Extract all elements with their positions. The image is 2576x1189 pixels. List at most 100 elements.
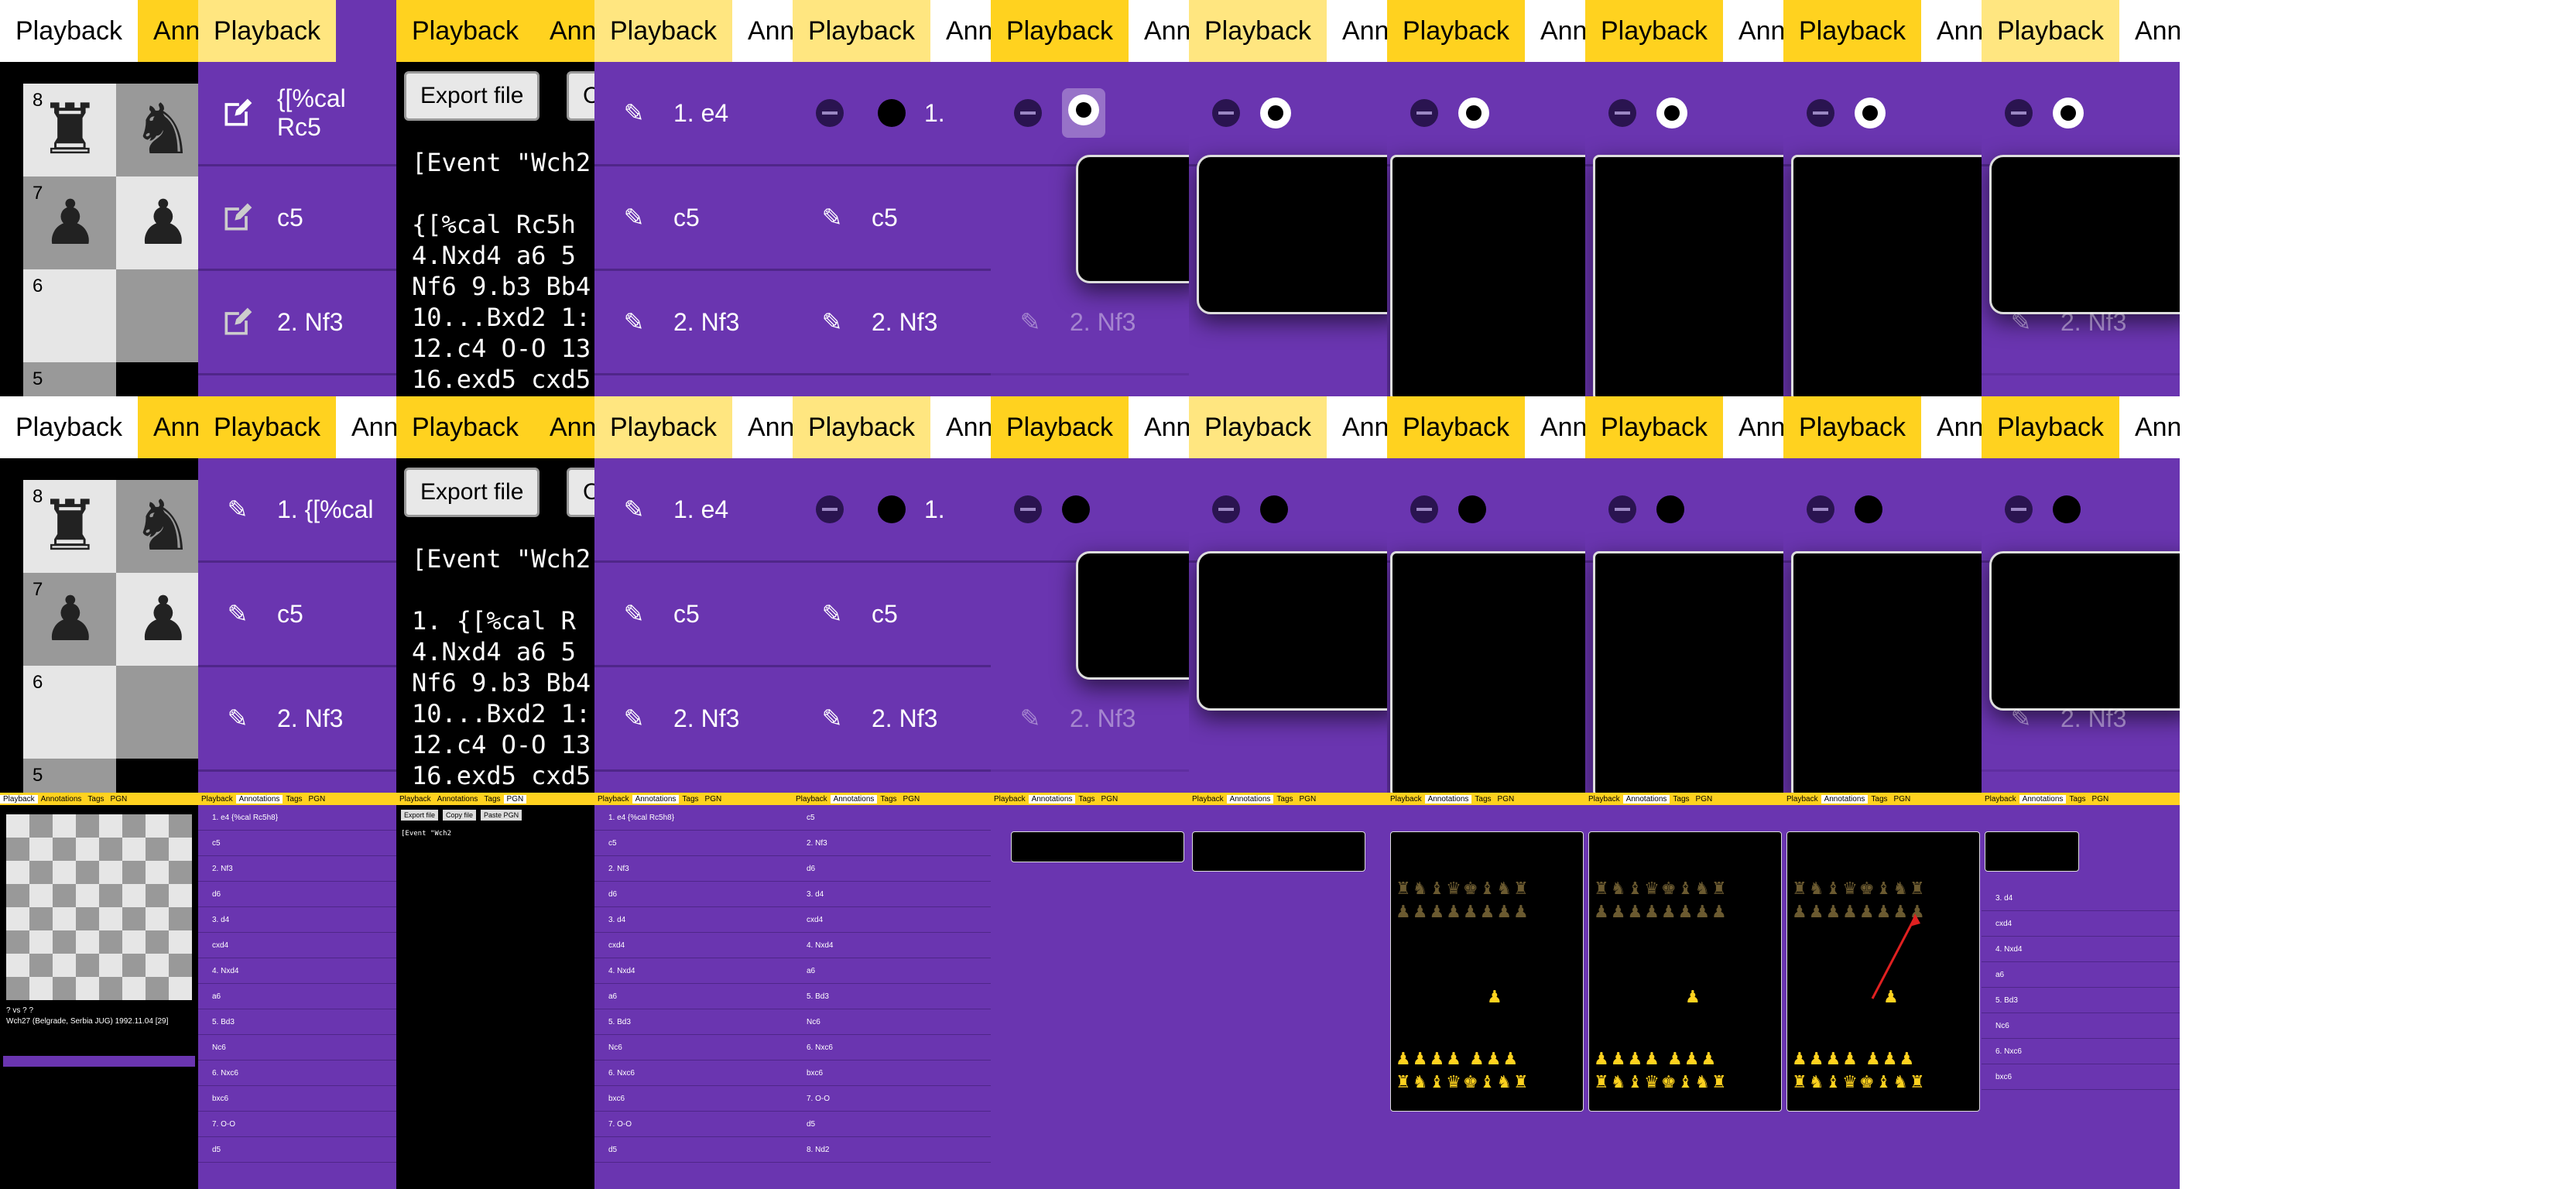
edit-icon[interactable]: ✎ [2002,699,2040,738]
edit-icon[interactable]: ✎ [1011,699,1050,738]
tab-annotations[interactable]: Annc [137,0,198,62]
minus-icon[interactable] [2005,99,2033,127]
minus-icon[interactable] [816,495,844,523]
circle-icon[interactable] [1855,495,1882,523]
black-rook-icon[interactable]: ♜ [39,488,101,565]
tab-annotations[interactable]: Annc [731,396,793,458]
minus-icon[interactable] [1212,99,1240,127]
edit-icon[interactable]: ✎ [2002,303,2040,341]
move-row[interactable]: ✎ c5 [594,563,793,667]
list-item[interactable]: 6. Nxc6 [198,1061,396,1086]
popup-board[interactable]: ♜♞♝♛♚♝♞♜ ♟♟♟♟♟♟♟♟ ♟ ♟♟♟♟ ♟♟♟ ♜♞♝♛♚♝♞♜ [1390,831,1584,1112]
tab-playback[interactable]: Playback [594,396,732,458]
popup-panel[interactable] [1791,551,1982,793]
export-button[interactable]: Export file [404,71,540,121]
list-item[interactable]: d5 [198,1137,396,1163]
popup-panel[interactable] [1076,551,1189,680]
export-button[interactable]: Export file [401,810,439,821]
tab-annotations[interactable]: Annc [1722,0,1783,62]
move-row[interactable]: ✎ c5 [198,563,396,667]
circle-icon[interactable] [1062,495,1090,523]
edit-icon[interactable]: ✎ [615,198,653,237]
tab-playback[interactable]: Playback [1189,0,1327,62]
tab-annotations[interactable]: Annc [1326,396,1387,458]
move-row[interactable]: ✎ 2. Nf3 [1982,271,2180,375]
move-row[interactable]: ✎ 2. Nf3 [991,667,1189,772]
list-item[interactable]: c5 [198,831,396,856]
popup-panel[interactable] [1390,551,1585,793]
record-icon[interactable] [1656,98,1687,128]
record-icon[interactable] [1068,94,1099,125]
black-pawn-icon[interactable]: ♟ [135,581,191,658]
copy-button[interactable]: C [567,71,594,121]
edit-icon[interactable]: ✎ [615,594,653,633]
tab-playback[interactable]: Playback [1982,0,2119,62]
black-pawn-icon[interactable]: ♟ [43,581,98,658]
tab-tags[interactable]: Tags [84,795,107,804]
tab-annotations[interactable]: Annc [930,0,991,62]
tab-annotations[interactable]: Annc [1524,0,1585,62]
paste-button[interactable]: Paste PGN [481,810,522,821]
popup-panel[interactable] [1192,831,1365,872]
chess-board[interactable] [6,814,192,1000]
minus-icon[interactable] [1410,495,1438,523]
move-row[interactable]: ✎ 1. e4 [594,458,793,563]
edit-icon[interactable]: ✎ [218,594,257,633]
circle-icon[interactable] [878,495,906,523]
tab-annotations[interactable]: Annc [533,0,594,62]
move-row[interactable]: ✎ 2. Nf3 [594,667,793,772]
tab-playback[interactable]: Playback [793,396,930,458]
tab-playback[interactable]: Playback [594,0,732,62]
minus-icon[interactable] [1608,495,1636,523]
black-pawn-icon[interactable]: ♟ [135,184,191,262]
move-row[interactable]: {[%cal Rc5 [198,62,396,166]
popup-panel[interactable] [1593,155,1783,396]
tab-playback[interactable]: Playback [1189,396,1327,458]
edit-icon[interactable] [218,198,257,237]
move-row[interactable]: ✎ 2. Nf3 [594,271,793,375]
move-row[interactable]: ✎ 1. e4 [594,62,793,166]
move-row[interactable]: ✎ c5 [793,166,991,271]
move-row[interactable]: ✎ 1. {[%cal [198,458,396,563]
popup-panel[interactable] [1791,155,1982,396]
tab-playback[interactable]: Playback [396,396,534,458]
move-row[interactable]: ✎ 2. Nf3 [793,271,991,375]
minus-icon[interactable] [1410,99,1438,127]
copy-button[interactable]: Copy file [443,810,477,821]
export-button[interactable]: Export file [404,468,540,517]
edit-icon[interactable]: ✎ [813,198,851,237]
record-icon[interactable] [1855,98,1886,128]
edit-icon[interactable]: ✎ [615,94,653,132]
tab-playback[interactable]: Playback [0,396,138,458]
minus-icon[interactable] [816,99,844,127]
tab-playback[interactable]: Playback [793,0,930,62]
record-icon[interactable] [1260,98,1291,128]
tab-playback[interactable]: Playback [1585,396,1723,458]
tab-playback[interactable]: Playback [198,396,336,458]
tab-annotations[interactable]: Annc [1128,0,1189,62]
edit-icon[interactable]: ✎ [1011,303,1050,341]
tab-playback[interactable]: Playback [396,0,534,62]
edit-icon[interactable]: ✎ [813,303,851,341]
list-item[interactable]: 5. Bd3 [198,1009,396,1035]
tab-annotations[interactable]: Annc [1326,0,1387,62]
edit-icon[interactable]: ✎ [615,699,653,738]
list-item[interactable]: 2. Nf3 [198,856,396,882]
list-item[interactable]: 7. O-O [198,1112,396,1137]
tab-annotations[interactable]: Annc [1722,396,1783,458]
minus-icon[interactable] [1807,99,1834,127]
move-row[interactable]: ✎ 2. Nf3 [1982,667,2180,772]
edit-icon[interactable]: ✎ [813,594,851,633]
popup-panel[interactable] [1985,831,2079,872]
tab-playback[interactable]: Playback [1982,396,2119,458]
tab-pgn[interactable]: PGN [108,795,131,804]
tab-annotations[interactable]: Annc [731,0,793,62]
move-row[interactable]: ✎ 2. Nf3 [793,667,991,772]
move-row[interactable]: ✎ c5 [793,563,991,667]
move-row[interactable]: c5 [198,166,396,271]
popup-board[interactable]: ♜♞♝♛♚♝♞♜ ♟♟♟♟♟♟♟♟ ♟ ♟♟♟♟ ♟♟♟ ♜♞♝♛♚♝♞♜ [1786,831,1980,1112]
edit-icon[interactable]: ✎ [813,699,851,738]
tab-playback[interactable]: Playback [0,794,38,804]
list-item[interactable]: Nc6 [198,1035,396,1061]
popup-panel[interactable] [1197,155,1387,314]
